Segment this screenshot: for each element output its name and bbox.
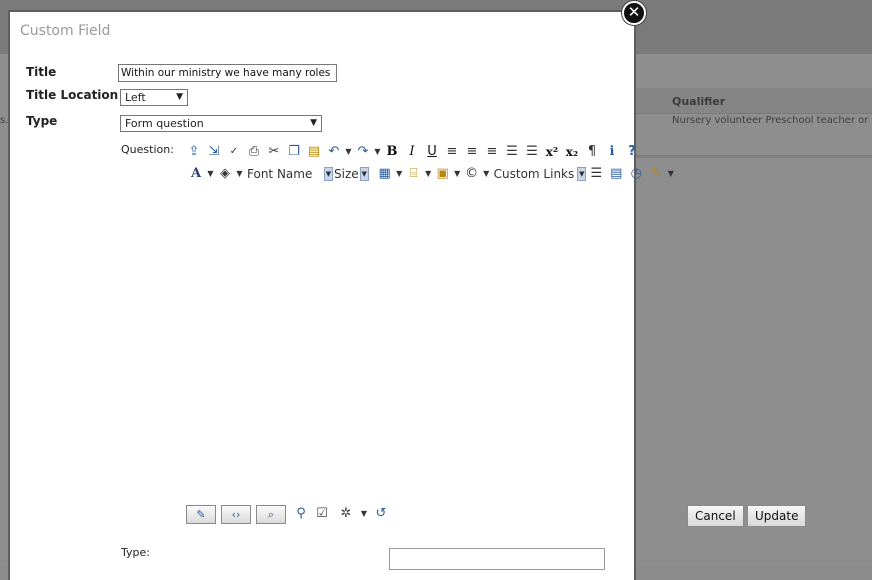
highlight-color-icon[interactable]: ◈	[215, 164, 235, 184]
paste-options-icon[interactable]: ▣	[433, 164, 453, 184]
module-manager-icon[interactable]: ✲	[337, 505, 355, 523]
copyright-dropdown-icon[interactable]: ▼	[482, 164, 491, 184]
font-size-dropdown[interactable]: Size	[333, 167, 360, 181]
preview-mode-icon: ⌕	[267, 508, 275, 521]
question-label: Question:	[121, 143, 174, 156]
cancel-button[interactable]: Cancel	[687, 505, 744, 527]
close-icon[interactable]: ✕	[622, 1, 646, 25]
type-input[interactable]	[389, 548, 605, 570]
html-mode-icon: ‹›	[231, 508, 241, 521]
design-mode-button[interactable]: ✎	[186, 505, 216, 524]
grid-header-qualifier: Qualifier	[672, 95, 726, 108]
paste-icon[interactable]: ▤	[304, 142, 324, 162]
justify-none-icon[interactable]: ☰	[522, 142, 542, 162]
undo-dropdown-icon[interactable]: ▼	[344, 142, 353, 162]
type-label: Type	[26, 114, 58, 128]
align-left-icon[interactable]: ≡	[442, 142, 462, 162]
justify-icon[interactable]: ☰	[502, 142, 522, 162]
redo-icon[interactable]: ↷	[353, 142, 373, 162]
title-location-value: Left	[125, 91, 146, 104]
editor-toolbar-row2: A ▼ ◈ ▼ Font Name ▼ Size ▼ ▦ ▼ ⌸ ▼ ▣ ▼ ©…	[186, 164, 675, 184]
table-dropdown-icon[interactable]: ▼	[395, 164, 404, 184]
custom-links-dropdown[interactable]: Custom Links	[491, 167, 578, 181]
font-color-dropdown-icon[interactable]: ▼	[206, 164, 215, 184]
copy-icon[interactable]: ❐	[284, 142, 304, 162]
grid-cell-qualifier: Nursery volunteer Preschool teacher or a…	[672, 115, 872, 126]
undo-icon[interactable]: ↶	[324, 142, 344, 162]
symbol-dropdown-icon[interactable]: ▼	[424, 164, 433, 184]
insert-date-icon[interactable]: ▤	[606, 164, 626, 184]
spellcheck-icon[interactable]: ✓	[224, 142, 244, 162]
track-changes-icon[interactable]: ⚲	[292, 505, 310, 523]
preview-mode-button[interactable]: ⌕	[256, 505, 286, 524]
grid-row-divider	[636, 155, 872, 158]
update-button[interactable]: Update	[747, 505, 807, 527]
about-icon[interactable]: ℹ	[602, 142, 622, 162]
align-right-icon[interactable]: ≡	[482, 142, 502, 162]
align-center-icon[interactable]: ≡	[462, 142, 482, 162]
paste-plain-icon[interactable]: ⇲	[204, 142, 224, 162]
title-input[interactable]: Within our ministry we have many roles	[118, 64, 337, 82]
custom-field-dialog: Custom Field Title Title Location Type	[8, 10, 636, 580]
cut-icon[interactable]: ✂	[264, 142, 284, 162]
italic-icon[interactable]: I	[402, 142, 422, 162]
dropdown-arrow-icon: ▼	[176, 92, 183, 102]
subscript-icon[interactable]: x₂	[562, 142, 582, 162]
format-painter-icon[interactable]: ✎	[646, 164, 666, 184]
format-stripper-icon[interactable]: ¶	[582, 142, 602, 162]
title-location-label: Title Location	[26, 88, 119, 102]
type-sub-label: Type:	[121, 546, 150, 559]
design-mode-icon: ✎	[196, 508, 206, 521]
checkbox-icon[interactable]: ☑	[313, 505, 331, 523]
custom-links-arrow-icon[interactable]: ▼	[577, 167, 587, 181]
format-painter-dropdown-icon[interactable]: ▼	[666, 164, 675, 184]
bold-icon[interactable]: B	[382, 142, 402, 162]
font-color-icon[interactable]: A	[186, 164, 206, 184]
insert-time-icon[interactable]: ◷	[626, 164, 646, 184]
title-location-select[interactable]: Left ▼	[120, 89, 188, 106]
type-select[interactable]: Form question ▼	[120, 115, 322, 132]
highlight-dropdown-icon[interactable]: ▼	[235, 164, 244, 184]
type-value: Form question	[125, 117, 204, 130]
editor-toolbar-row1: ⇪ ⇲ ✓ ⎙ ✂ ❐ ▤ ↶ ▼ ↷ ▼ B I U ≡ ≡ ≡ ☰ ☰ x²…	[184, 142, 642, 162]
table-icon[interactable]: ▦	[375, 164, 395, 184]
redo-dropdown-icon[interactable]: ▼	[373, 142, 382, 162]
font-size-arrow-icon[interactable]: ▼	[359, 167, 369, 181]
insert-symbol-icon[interactable]: ⌸	[404, 164, 424, 184]
underline-icon[interactable]: U	[422, 142, 442, 162]
title-label: Title	[26, 65, 57, 79]
dialog-title: Custom Field	[20, 23, 111, 39]
paste-options-dropdown-icon[interactable]: ▼	[453, 164, 462, 184]
bullet-list-icon[interactable]: ☰	[586, 164, 606, 184]
help-icon[interactable]: ?	[622, 142, 642, 162]
refresh-icon[interactable]: ↺	[372, 505, 390, 523]
module-dropdown-icon[interactable]: ▼	[355, 505, 373, 523]
paste-from-word-icon[interactable]: ⇪	[184, 142, 204, 162]
font-name-arrow-icon[interactable]: ▼	[324, 167, 333, 181]
print-icon[interactable]: ⎙	[244, 142, 264, 162]
dropdown-arrow-icon: ▼	[310, 118, 317, 128]
copyright-icon[interactable]: ©	[462, 164, 482, 184]
font-name-dropdown[interactable]: Font Name	[244, 167, 324, 181]
superscript-icon[interactable]: x²	[542, 142, 562, 162]
html-mode-button[interactable]: ‹›	[221, 505, 251, 524]
